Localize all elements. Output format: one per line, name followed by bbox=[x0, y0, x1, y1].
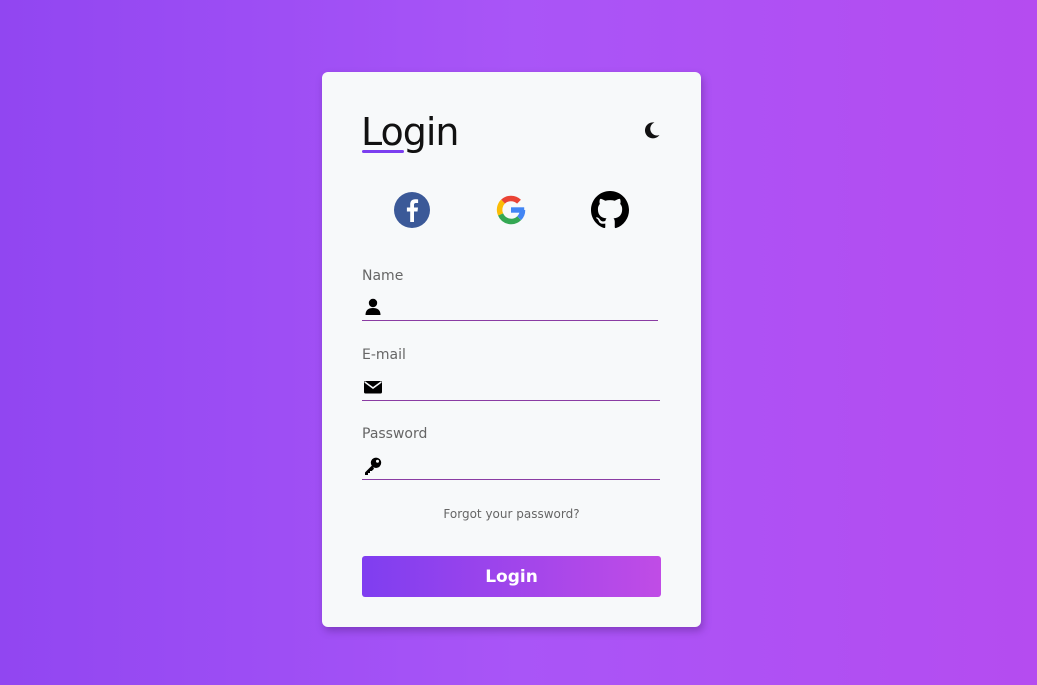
email-label: E-mail bbox=[362, 347, 406, 363]
google-icon bbox=[496, 195, 526, 225]
title-underline bbox=[362, 150, 404, 153]
page-title: Login bbox=[361, 110, 460, 154]
password-label: Password bbox=[362, 426, 428, 442]
login-card: Login Name E-mail Password Forgot your p… bbox=[322, 72, 701, 627]
github-login-button[interactable] bbox=[591, 191, 629, 229]
name-label: Name bbox=[362, 268, 404, 284]
moon-icon bbox=[644, 122, 660, 139]
user-icon bbox=[365, 298, 381, 315]
name-input[interactable] bbox=[392, 294, 658, 318]
password-input[interactable] bbox=[392, 453, 658, 477]
facebook-icon bbox=[394, 192, 430, 228]
google-login-button[interactable] bbox=[492, 191, 530, 229]
envelope-icon bbox=[364, 381, 382, 394]
name-field bbox=[362, 294, 658, 321]
login-button[interactable]: Login bbox=[362, 556, 661, 597]
key-icon bbox=[365, 457, 382, 475]
email-input[interactable] bbox=[392, 374, 658, 398]
facebook-login-button[interactable] bbox=[393, 191, 431, 229]
github-icon bbox=[591, 191, 629, 229]
email-field bbox=[362, 374, 660, 401]
password-field bbox=[362, 453, 660, 480]
forgot-password-link[interactable]: Forgot your password? bbox=[322, 507, 701, 521]
theme-toggle-button[interactable] bbox=[642, 120, 662, 140]
